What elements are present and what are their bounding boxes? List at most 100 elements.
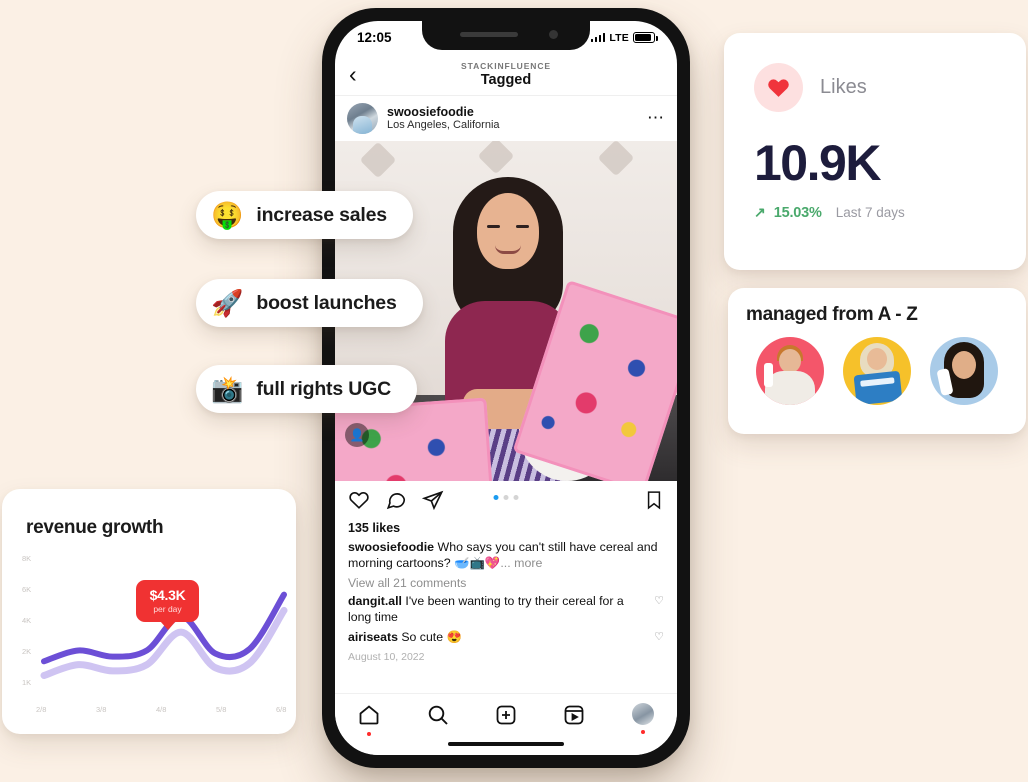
- money-mouth-face-emoji: 🤑: [211, 200, 244, 230]
- nav-profile[interactable]: [622, 703, 664, 734]
- phone-notch: [422, 21, 590, 50]
- status-time: 12:05: [357, 30, 392, 45]
- carousel-dot[interactable]: [493, 495, 499, 500]
- heart-icon[interactable]: [348, 489, 370, 516]
- battery-icon: [633, 32, 658, 43]
- revenue-line-chart: 8K 6K 4K 2K 1K 2/8 3/8 4/8 5/8 6/8: [2, 545, 296, 720]
- feature-pill-full-rights-ugc: 📸 full rights UGC: [196, 365, 417, 413]
- chart-x-tick: 4/8: [156, 705, 167, 714]
- list-item: airiseats So cute 😍 ♡: [335, 626, 677, 646]
- creator-avatar-2[interactable]: [842, 337, 911, 405]
- back-chevron-icon[interactable]: ‹: [349, 63, 371, 86]
- carousel-dot[interactable]: [513, 495, 519, 500]
- rocket-emoji: 🚀: [211, 288, 244, 318]
- feature-pill-label: full rights UGC: [256, 377, 391, 400]
- feature-pill-increase-sales: 🤑 increase sales: [196, 191, 413, 239]
- home-indicator: [448, 742, 564, 746]
- trend-up-arrow-icon: ↗: [754, 204, 766, 220]
- likes-card-trend: ↗ 15.03% Last 7 days: [754, 204, 996, 221]
- bottom-navigation-bar: [335, 693, 677, 755]
- post-actions-bar: [335, 481, 677, 518]
- paper-plane-icon[interactable]: [421, 489, 444, 516]
- chart-x-tick: 5/8: [216, 705, 227, 714]
- nav-search[interactable]: [417, 703, 459, 727]
- managed-card-title: managed from A - Z: [746, 304, 918, 325]
- chart-x-tick: 6/8: [276, 705, 287, 714]
- comment-username[interactable]: airiseats: [348, 630, 398, 644]
- comment-body: airiseats So cute 😍: [348, 630, 648, 646]
- heart-outline-icon[interactable]: ♡: [648, 630, 664, 646]
- photo-person-face: [477, 193, 539, 269]
- avatar[interactable]: [347, 103, 378, 134]
- chart-tooltip: $4.3K per day: [136, 580, 199, 622]
- header-subtitle: STACKINFLUENCE: [461, 61, 551, 71]
- carousel-dots: [493, 495, 519, 500]
- likes-card-header: Likes: [754, 63, 996, 112]
- network-type-label: LTE: [609, 31, 629, 44]
- landing-hero-composition: 12:05 LTE ‹ STACKINFLUENCE Tagged swoosi…: [0, 0, 1028, 782]
- nav-reels[interactable]: [553, 703, 595, 727]
- caption-more-link[interactable]: ... more: [500, 556, 542, 570]
- bookmark-icon[interactable]: [644, 489, 664, 516]
- photo-person-eye: [487, 225, 500, 228]
- post-caption: swoosiefoodie Who says you can't still h…: [335, 535, 677, 571]
- chart-y-tick: 1K: [22, 678, 32, 687]
- avatar-head: [952, 351, 977, 379]
- feature-pill-label: boost launches: [256, 291, 397, 314]
- caption-username[interactable]: swoosiefoodie: [348, 540, 434, 554]
- instagram-header: ‹ STACKINFLUENCE Tagged: [335, 54, 677, 96]
- notification-badge: [640, 730, 645, 734]
- trend-period: Last 7 days: [835, 205, 905, 220]
- post-timestamp: August 10, 2022: [348, 651, 425, 664]
- likes-stat-card: Likes 10.9K ↗ 15.03% Last 7 days: [724, 33, 1026, 270]
- chart-x-tick: 3/8: [96, 705, 107, 714]
- view-all-comments-link[interactable]: View all 21 comments: [335, 571, 677, 590]
- chart-x-tick: 2/8: [36, 705, 47, 714]
- ellipsis-icon[interactable]: ⋯: [647, 109, 665, 126]
- status-indicators: LTE: [590, 31, 658, 44]
- chart-y-tick: 2K: [22, 647, 32, 656]
- tooltip-value: $4.3K: [149, 587, 186, 603]
- post-author-meta: swoosiefoodie Los Angeles, California: [387, 105, 638, 133]
- post-like-count: 135 likes: [348, 521, 401, 535]
- post-location[interactable]: Los Angeles, California: [387, 119, 638, 132]
- camera-with-flash-emoji: 📸: [211, 374, 244, 404]
- profile-avatar-icon: [631, 703, 654, 725]
- feature-pill-label: increase sales: [256, 203, 387, 226]
- notification-badge: [367, 732, 372, 736]
- heart-outline-icon[interactable]: ♡: [648, 594, 664, 626]
- chart-y-tick: 4K: [22, 616, 32, 625]
- avatar-product: [853, 370, 903, 405]
- comment-username[interactable]: dangit.all: [348, 594, 402, 608]
- likes-card-value: 10.9K: [754, 135, 881, 191]
- likes-card-label: Likes: [820, 76, 867, 98]
- chart-y-tick: 6K: [22, 585, 32, 594]
- trend-percent: 15.03%: [773, 204, 822, 221]
- front-camera-icon: [549, 30, 558, 39]
- nav-home[interactable]: [348, 703, 390, 736]
- avatar-head: [778, 349, 801, 373]
- avatar-product: [763, 363, 773, 387]
- nav-create[interactable]: [485, 703, 527, 727]
- creator-avatar-list: [746, 337, 1008, 405]
- tooltip-unit: per day: [153, 604, 182, 614]
- chart-canvas: [40, 591, 288, 679]
- list-item: dangit.all I've been wanting to try thei…: [335, 590, 677, 626]
- speaker-grille-icon: [460, 32, 518, 37]
- photo-person-eye: [516, 225, 529, 228]
- signal-strength-icon: [590, 33, 606, 42]
- page-title: Tagged: [480, 72, 532, 88]
- header-titles: STACKINFLUENCE Tagged: [371, 61, 641, 88]
- feature-pill-boost-launches: 🚀 boost launches: [196, 279, 423, 327]
- creator-avatar-3[interactable]: [930, 337, 999, 405]
- post-username[interactable]: swoosiefoodie: [387, 105, 638, 120]
- revenue-card-title: revenue growth: [26, 517, 164, 538]
- carousel-dot[interactable]: [503, 495, 509, 500]
- heart-icon: [754, 63, 803, 112]
- chart-y-tick: 8K: [22, 554, 32, 563]
- comment-icon[interactable]: [385, 489, 407, 516]
- comment-text: So cute 😍: [397, 630, 462, 645]
- person-tag-icon[interactable]: 👤: [345, 423, 369, 447]
- creator-avatar-1[interactable]: [755, 337, 824, 405]
- avatar-head: [866, 348, 887, 370]
